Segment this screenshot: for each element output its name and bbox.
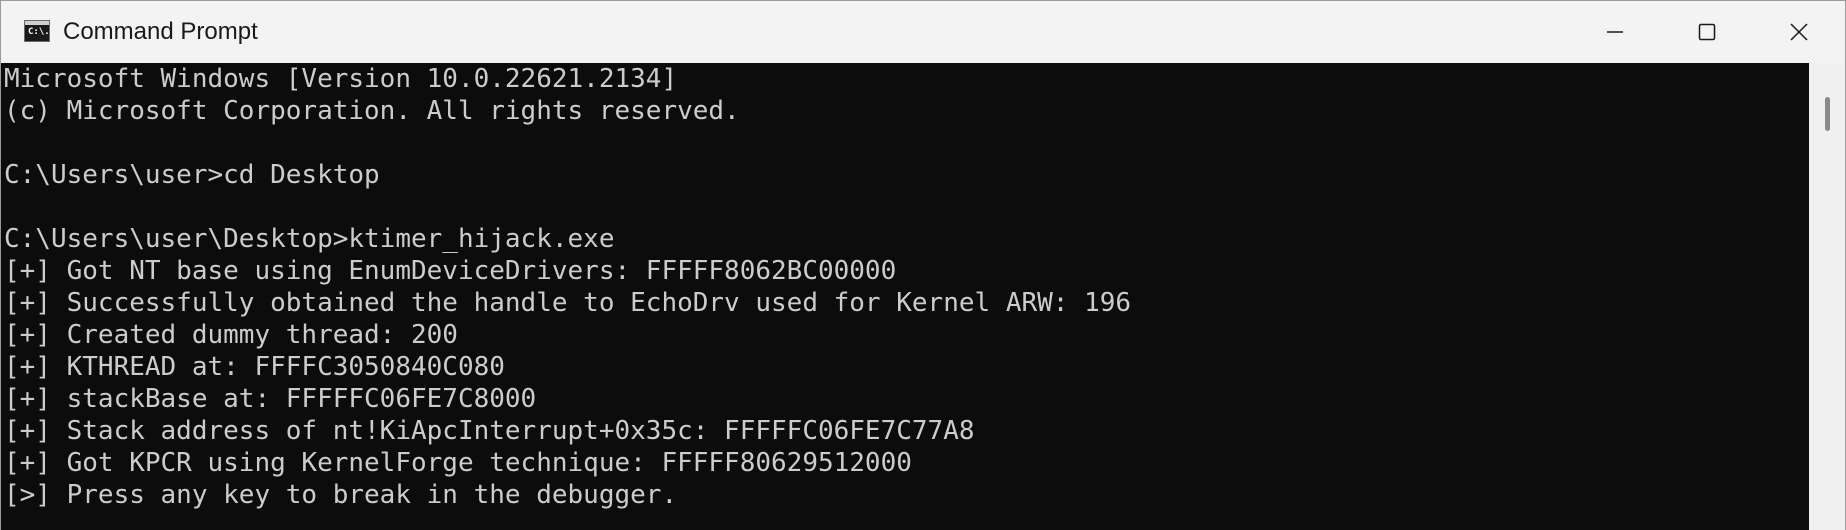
console-line: [>] Press any key to break in the debugg…	[4, 480, 678, 510]
console-line: [+] Got NT base using EnumDeviceDrivers:…	[4, 256, 897, 286]
console-line: (c) Microsoft Corporation. All rights re…	[4, 96, 740, 126]
console-line: Microsoft Windows [Version 10.0.22621.21…	[4, 64, 678, 94]
console-line: [+] Stack address of nt!KiApcInterrupt+0…	[4, 416, 975, 446]
console-line: [+] Created dummy thread: 200	[4, 320, 458, 350]
console-line: C:\Users\user>cd Desktop	[4, 160, 380, 190]
scrollbar-thumb[interactable]	[1825, 97, 1830, 131]
console-output[interactable]: Microsoft Windows [Version 10.0.22621.21…	[1, 63, 1809, 530]
console-line: [+] Successfully obtained the handle to …	[4, 288, 1132, 318]
command-prompt-window: C:\. Command Prompt Microsoft Windows [V…	[0, 0, 1846, 530]
close-button[interactable]	[1753, 1, 1845, 63]
console-line: [+] KTHREAD at: FFFFC3050840C080	[4, 352, 505, 382]
maximize-button[interactable]	[1661, 1, 1753, 63]
minimize-button[interactable]	[1569, 1, 1661, 63]
title-bar[interactable]: C:\. Command Prompt	[1, 1, 1845, 63]
window-title: Command Prompt	[63, 18, 258, 45]
vertical-scrollbar[interactable]	[1809, 63, 1845, 530]
console-line: [+] Got KPCR using KernelForge technique…	[4, 448, 912, 478]
console-line: [+] stackBase at: FFFFFC06FE7C8000	[4, 384, 537, 414]
app-icon-text: C:\.	[28, 27, 50, 37]
console-line: C:\Users\user\Desktop>ktimer_hijack.exe	[4, 224, 615, 254]
command-prompt-icon[interactable]: C:\.	[24, 20, 50, 42]
minimize-icon	[1607, 31, 1623, 33]
close-icon	[1790, 23, 1808, 41]
maximize-icon	[1698, 23, 1716, 41]
